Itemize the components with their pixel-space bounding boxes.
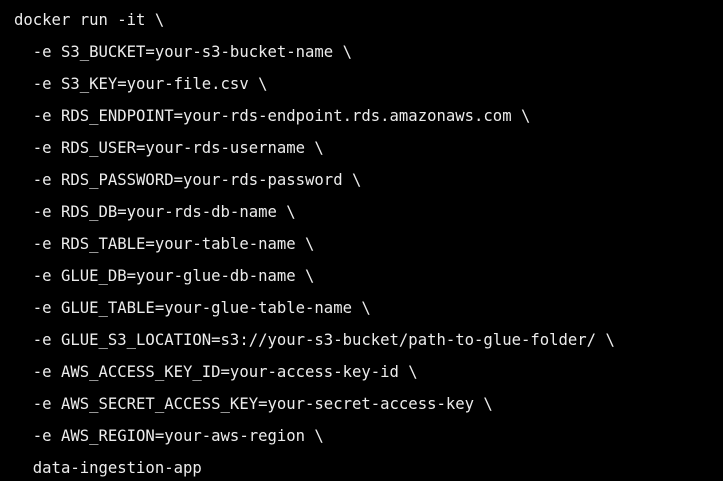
code-line-rds-password: -e RDS_PASSWORD=your-rds-password \ — [14, 171, 362, 189]
code-line-rds-user: -e RDS_USER=your-rds-username \ — [14, 139, 324, 157]
code-line-rds-endpoint: -e RDS_ENDPOINT=your-rds-endpoint.rds.am… — [14, 107, 531, 125]
code-line-glue-db: -e GLUE_DB=your-glue-db-name \ — [14, 267, 315, 285]
code-line-s3-bucket: -e S3_BUCKET=your-s3-bucket-name \ — [14, 43, 352, 61]
code-line-aws-access-key-id: -e AWS_ACCESS_KEY_ID=your-access-key-id … — [14, 363, 418, 381]
code-line-rds-db: -e RDS_DB=your-rds-db-name \ — [14, 203, 296, 221]
code-line-glue-s3-location: -e GLUE_S3_LOCATION=s3://your-s3-bucket/… — [14, 331, 615, 349]
code-block: docker run -it \ -e S3_BUCKET=your-s3-bu… — [0, 0, 723, 481]
code-line-s3-key: -e S3_KEY=your-file.csv \ — [14, 75, 268, 93]
code-line-rds-table: -e RDS_TABLE=your-table-name \ — [14, 235, 315, 253]
code-line-docker-run: docker run -it \ — [14, 11, 165, 29]
code-line-aws-secret-access-key: -e AWS_SECRET_ACCESS_KEY=your-secret-acc… — [14, 395, 493, 413]
code-line-aws-region: -e AWS_REGION=your-aws-region \ — [14, 427, 324, 445]
code-line-glue-table: -e GLUE_TABLE=your-glue-table-name \ — [14, 299, 371, 317]
code-line-image-name: data-ingestion-app — [14, 459, 202, 477]
